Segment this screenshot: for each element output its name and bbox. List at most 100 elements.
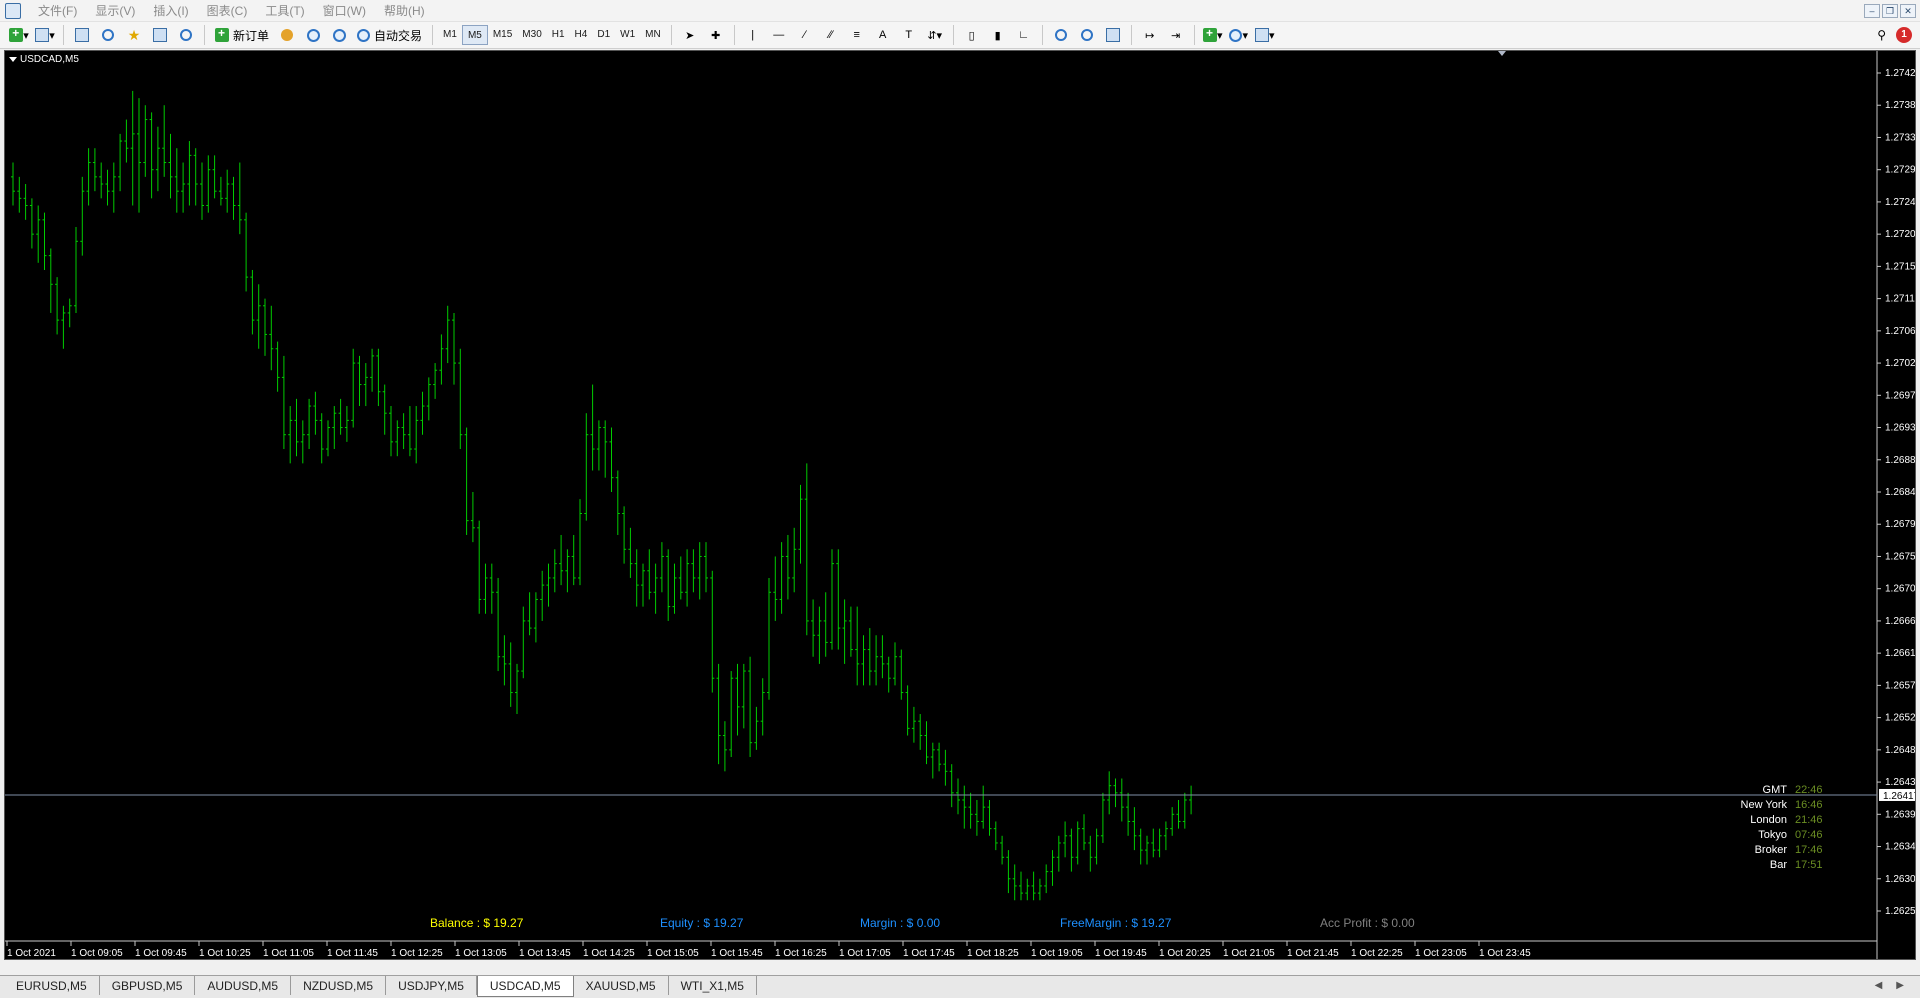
chart-shift-button[interactable]: ⇥ — [1164, 24, 1188, 46]
tab-left-icon[interactable]: ◀ — [1875, 980, 1883, 991]
close-icon[interactable]: ✕ — [1900, 3, 1916, 18]
menu-help[interactable]: 帮助(H) — [375, 0, 434, 22]
terminal-button[interactable] — [148, 24, 172, 46]
timeframe-d1[interactable]: D1 — [592, 25, 615, 45]
timeframe-m15[interactable]: M15 — [488, 25, 517, 45]
templates-button[interactable]: ▾ — [1253, 24, 1277, 46]
price-tick-label: 1.27020 — [1885, 358, 1915, 369]
tab-usdcad[interactable]: USDCAD,M5 — [476, 976, 574, 997]
bar-chart-button[interactable]: ▯ — [960, 24, 984, 46]
timeframe-m5[interactable]: M5 — [461, 25, 488, 45]
horizontal-line-button[interactable]: — — [767, 24, 791, 46]
tile-windows-icon — [1105, 28, 1120, 42]
menu-tools[interactable]: 工具(T) — [256, 0, 313, 22]
new-chart-button[interactable]: ▾ — [7, 24, 31, 46]
signals-icon — [332, 28, 346, 42]
ohlc-bar — [899, 649, 904, 700]
ohlc-bar — [218, 176, 223, 206]
tile-windows-button[interactable] — [1101, 24, 1125, 46]
ohlc-bar — [924, 721, 929, 765]
menu-charts[interactable]: 图表(C) — [198, 0, 257, 22]
tab-audusd[interactable]: AUDUSD,M5 — [195, 976, 292, 995]
signals-button[interactable] — [327, 24, 351, 46]
auto-trading-button[interactable]: 自动交易 — [353, 24, 426, 46]
ohlc-bar — [1176, 799, 1181, 829]
ohlc-bar — [1094, 828, 1099, 865]
candlestick-button[interactable]: ▮ — [986, 24, 1010, 46]
zoom-in-button[interactable] — [1049, 24, 1073, 46]
timeframe-h4[interactable]: H4 — [570, 25, 593, 45]
ohlc-bar — [767, 577, 771, 700]
metaeditor-button[interactable] — [275, 24, 299, 46]
line-chart-button[interactable]: ∟ — [1012, 24, 1036, 46]
search-icon[interactable]: ⚲ — [1877, 28, 1886, 42]
data-window-button[interactable] — [96, 24, 120, 46]
ohlc-bar — [458, 348, 463, 450]
text-label-button[interactable]: T — [897, 24, 921, 46]
ohlc-bar — [389, 406, 393, 457]
channel-button[interactable]: ∕∕ — [819, 24, 843, 46]
timeframe-m30[interactable]: M30 — [517, 25, 546, 45]
trendline-button[interactable]: ∕ — [793, 24, 817, 46]
minimize-icon[interactable]: – — [1864, 3, 1880, 18]
tab-usdjpy[interactable]: USDJPY,M5 — [386, 976, 477, 995]
cursor-button[interactable]: ➤ — [678, 24, 702, 46]
ohlc-bar — [578, 499, 582, 586]
ohlc-bar — [1050, 850, 1055, 886]
tab-gbpusd[interactable]: GBPUSD,M5 — [100, 976, 196, 995]
vertical-line-button[interactable]: | — [741, 24, 765, 46]
ohlc-bar — [1044, 864, 1049, 894]
tab-xauusd[interactable]: XAUUSD,M5 — [574, 976, 669, 995]
clock-time: 16:46 — [1795, 799, 1823, 811]
tab-right-icon[interactable]: ▶ — [1896, 980, 1904, 991]
tab-eurusd[interactable]: EURUSD,M5 — [4, 976, 100, 995]
ohlc-bar — [704, 542, 708, 593]
crosshair-button[interactable]: ✚ — [704, 24, 728, 46]
account-equity: Equity : $ 19.27 — [660, 916, 744, 930]
ohlc-bar — [1119, 778, 1124, 822]
menu-window[interactable]: 窗口(W) — [314, 0, 375, 22]
price-tick-label: 1.27200 — [1885, 229, 1915, 240]
profiles-button[interactable]: ▾ — [33, 24, 57, 46]
crosshair-icon: ✚ — [711, 29, 721, 42]
menu-file[interactable]: 文件(F) — [29, 0, 86, 22]
text-button[interactable]: A — [871, 24, 895, 46]
new-order-button[interactable]: 新订单 — [211, 24, 273, 46]
ohlc-bar — [930, 742, 935, 779]
time-tick-label: 1 Oct 20:25 — [1159, 948, 1211, 959]
fibonacci-button[interactable]: ≡ — [845, 24, 869, 46]
toolbar-separator — [733, 25, 735, 45]
timeframe-h1[interactable]: H1 — [547, 25, 570, 45]
indicators-button[interactable]: ▾ — [1201, 24, 1225, 46]
ohlc-bar — [949, 764, 954, 808]
text-icon: A — [879, 29, 887, 41]
ohlc-bar — [697, 542, 702, 600]
menu-insert[interactable]: 插入(I) — [144, 0, 197, 22]
timeframe-w1[interactable]: W1 — [615, 25, 640, 45]
menu-view[interactable]: 显示(V) — [86, 0, 144, 22]
ohlc-bar — [867, 628, 872, 686]
zoom-out-button[interactable] — [1075, 24, 1099, 46]
notification-badge[interactable]: 1 — [1896, 27, 1912, 43]
tab-nzdusd[interactable]: NZDUSD,M5 — [291, 976, 387, 995]
ohlc-bar — [956, 778, 960, 815]
market-watch-button[interactable] — [70, 24, 94, 46]
restore-icon[interactable]: ❐ — [1882, 3, 1898, 18]
price-chart[interactable]: 1.27425 1.27380 1.27335 1.27290 1.27245 1.272… — [4, 50, 1916, 960]
ohlc-bar — [502, 635, 507, 686]
ohlc-bar — [552, 549, 557, 593]
strategy-tester-button[interactable] — [174, 24, 198, 46]
arrows-button[interactable]: ⇵▾ — [923, 24, 947, 46]
ohlc-bar — [244, 212, 249, 292]
periods-button[interactable]: ▾ — [1227, 24, 1251, 46]
timeframe-m1[interactable]: M1 — [438, 25, 462, 45]
timeframe-mn[interactable]: MN — [640, 25, 666, 45]
ohlc-bar — [943, 749, 948, 786]
time-tick-label: 1 Oct 13:45 — [519, 948, 571, 959]
price-tick-label: 1.27155 — [1885, 261, 1915, 272]
community-button[interactable] — [301, 24, 325, 46]
ohlc-bar — [571, 534, 576, 586]
tab-wti-x1[interactable]: WTI_X1,M5 — [669, 976, 757, 995]
navigator-button[interactable]: ★ — [122, 24, 146, 46]
auto-scroll-button[interactable]: ↦ — [1138, 24, 1162, 46]
